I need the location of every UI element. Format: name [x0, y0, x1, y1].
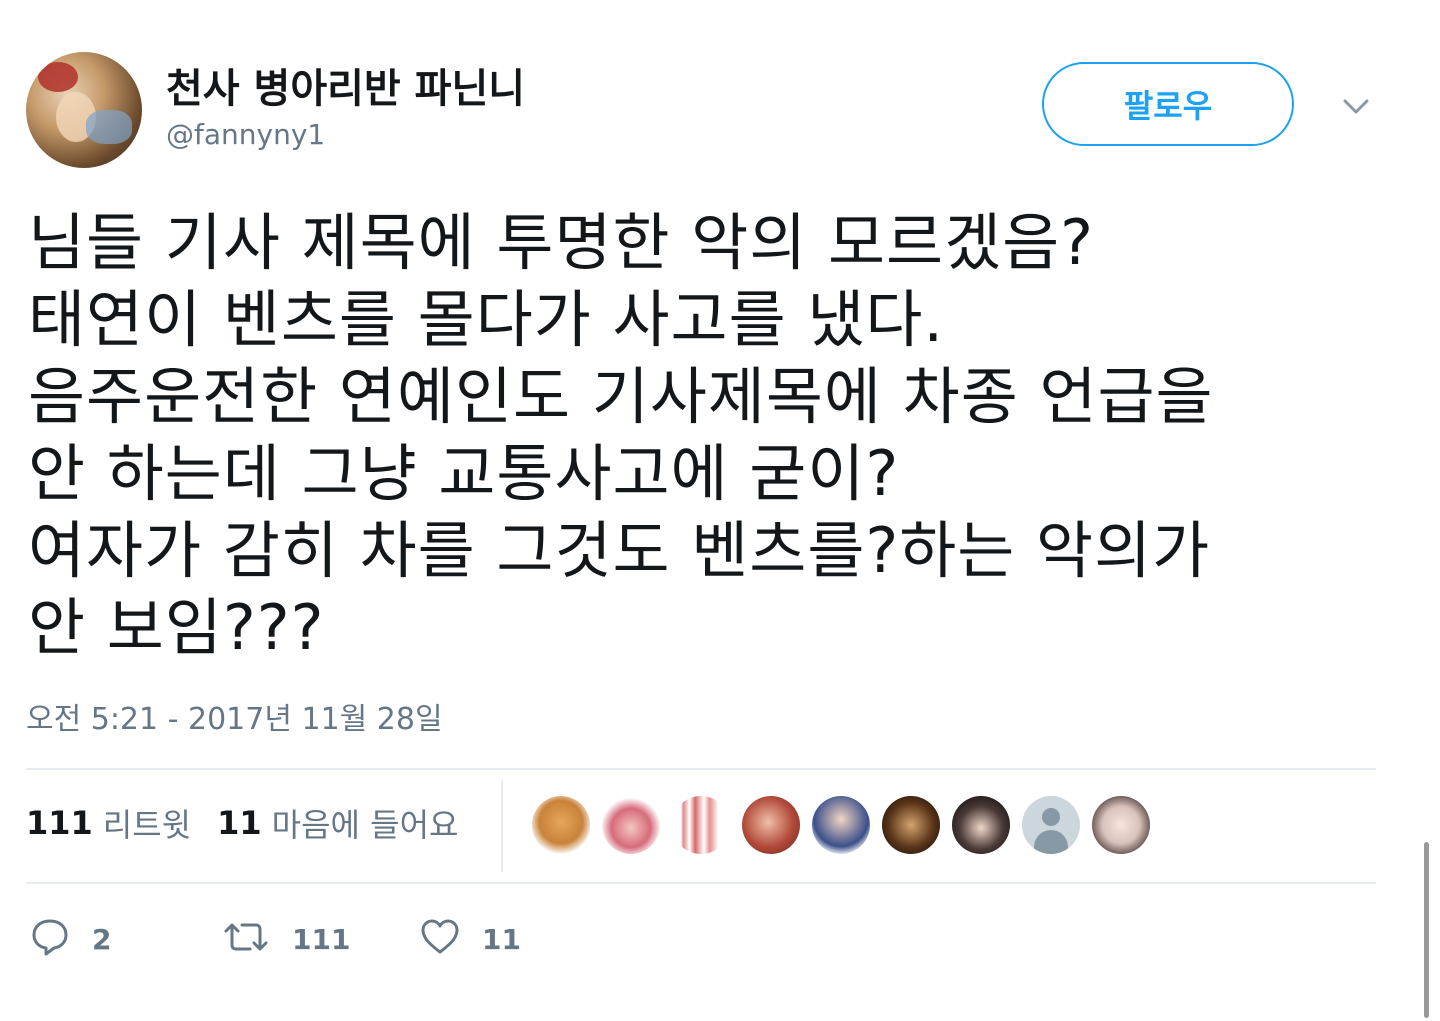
liker-avatar[interactable]: [532, 796, 590, 854]
retweet-action[interactable]: 111: [222, 914, 350, 964]
scrollbar[interactable]: [1424, 842, 1429, 1018]
tweet-timestamp[interactable]: 오전 5:21 - 2017년 11월 28일: [26, 694, 443, 738]
tweet-line: 음주운전한 연예인도 기사제목에 차종 언급을: [28, 360, 1214, 433]
default-avatar-head: [1042, 808, 1060, 826]
tweet-line: 님들 기사 제목에 투명한 악의 모르겠음?: [28, 206, 1095, 279]
retweet-stat-label[interactable]: 리트윗: [103, 800, 191, 846]
liker-avatars: [532, 796, 1162, 854]
liker-avatar-default[interactable]: [1022, 796, 1080, 854]
tweet-line: 태연이 벤츠를 몰다가 사고를 냈다.: [28, 283, 945, 356]
avatar-detail: [38, 62, 78, 92]
avatar[interactable]: [26, 52, 142, 168]
display-name[interactable]: 천사 병아리반 파닌니: [166, 56, 525, 114]
liker-avatar[interactable]: [742, 796, 800, 854]
like-stat-count[interactable]: 11: [217, 804, 262, 842]
tweet-line: 안 하는데 그냥 교통사고에 굳이?: [28, 437, 900, 510]
divider: [26, 768, 1376, 770]
tweet-line: 여자가 감히 차를 그것도 벤츠를?하는 악의가: [28, 514, 1211, 587]
tweet-text: 님들 기사 제목에 투명한 악의 모르겠음? 태연이 벤츠를 몰다가 사고를 냈…: [28, 204, 1418, 666]
divider: [26, 882, 1376, 884]
liker-avatar[interactable]: [672, 796, 730, 854]
retweet-count: 111: [292, 922, 351, 956]
retweet-icon[interactable]: [222, 917, 270, 961]
liker-avatar[interactable]: [812, 796, 870, 854]
reply-count: 2: [92, 922, 112, 956]
default-avatar-body: [1034, 830, 1068, 854]
reply-action[interactable]: 2: [30, 914, 111, 964]
heart-icon[interactable]: [420, 917, 460, 961]
like-action[interactable]: 11: [420, 914, 521, 964]
avatar-detail: [86, 110, 132, 144]
liker-avatar[interactable]: [1092, 796, 1150, 854]
follow-button[interactable]: 팔로우: [1042, 62, 1294, 146]
liker-avatar[interactable]: [952, 796, 1010, 854]
tweet-stats: 111 리트윗 11 마음에 들어요: [26, 800, 484, 846]
liker-avatar[interactable]: [602, 796, 660, 854]
like-count: 11: [482, 922, 521, 956]
chevron-down-icon[interactable]: [1336, 92, 1376, 122]
reply-icon[interactable]: [30, 917, 70, 961]
like-stat-label[interactable]: 마음에 들어요: [272, 800, 459, 846]
stats-separator: [501, 780, 503, 872]
user-handle[interactable]: @fannyny1: [166, 118, 325, 151]
liker-avatar[interactable]: [882, 796, 940, 854]
tweet-line: 안 보임???: [28, 591, 325, 664]
retweet-stat-count[interactable]: 111: [26, 804, 93, 842]
